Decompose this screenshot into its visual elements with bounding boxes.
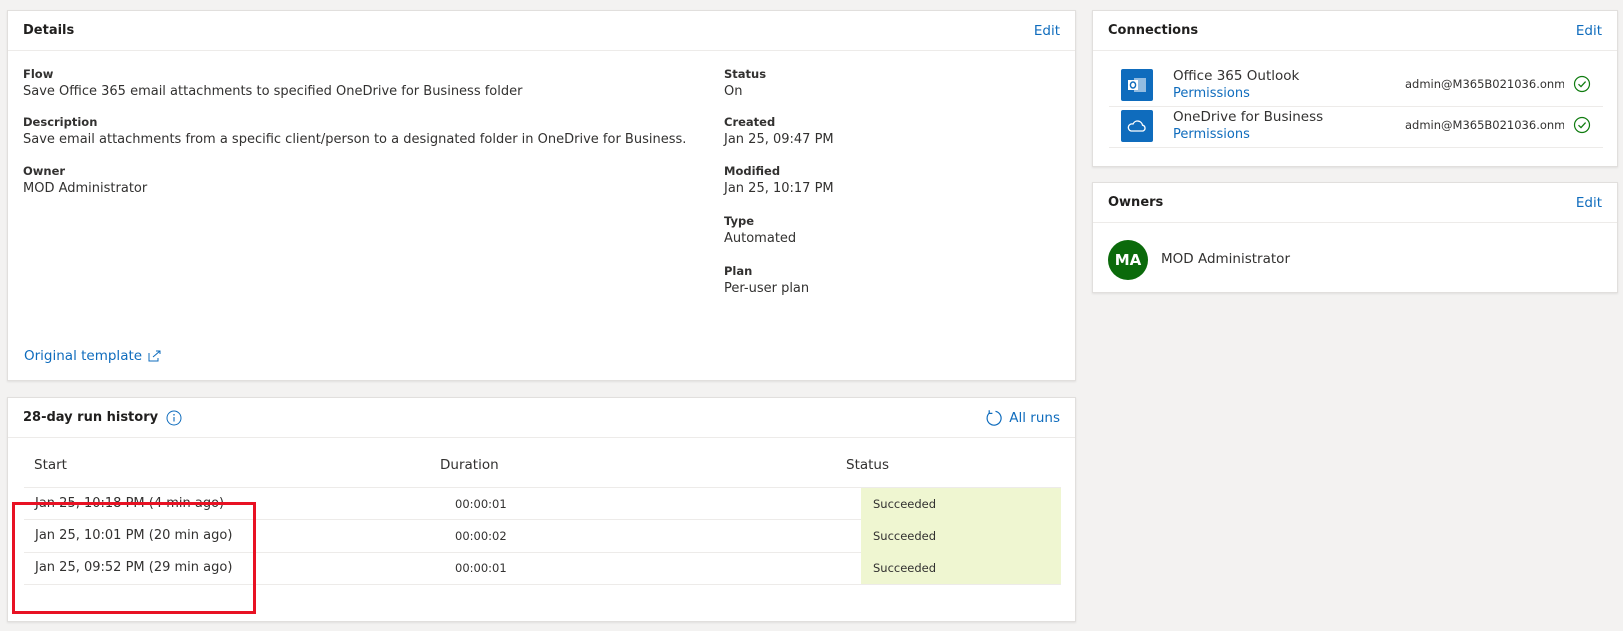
plan-field: Plan Per-user plan bbox=[724, 264, 809, 298]
status-field: Status On bbox=[724, 67, 766, 101]
run-duration: 00:00:01 bbox=[455, 497, 507, 511]
status-label: Status bbox=[724, 67, 767, 81]
flow-label: Flow bbox=[23, 67, 54, 81]
connection-account: admin@M365B021036.onmicrosoft.com bbox=[1405, 77, 1564, 91]
modified-field: Modified Jan 25, 10:17 PM bbox=[724, 164, 834, 198]
owner-field: Owner MOD Administrator bbox=[23, 164, 147, 198]
original-template-link[interactable]: Original template bbox=[24, 348, 161, 364]
status-badge: Succeeded bbox=[861, 488, 1061, 520]
onedrive-icon bbox=[1121, 110, 1153, 142]
permissions-link[interactable]: Permissions bbox=[1173, 86, 1250, 101]
check-circle-icon bbox=[1573, 116, 1591, 134]
details-card: Details Edit Flow Save Office 365 email … bbox=[7, 10, 1076, 381]
flow-value: Save Office 365 email attachments to spe… bbox=[23, 84, 523, 99]
description-value: Save email attachments from a specific c… bbox=[23, 132, 687, 147]
run-history-heading: 28-day run history bbox=[23, 410, 182, 426]
owners-header: Owners Edit bbox=[1093, 183, 1617, 223]
column-header-duration[interactable]: Duration bbox=[440, 457, 499, 473]
owner-value: MOD Administrator bbox=[23, 181, 148, 196]
info-icon[interactable] bbox=[166, 410, 182, 426]
details-title: Details bbox=[23, 23, 75, 38]
type-field: Type Automated bbox=[724, 214, 796, 248]
connections-title: Connections bbox=[1108, 23, 1199, 38]
column-header-status[interactable]: Status bbox=[846, 457, 889, 473]
run-history-card: 28-day run history All runs Start Durati… bbox=[7, 397, 1076, 622]
description-field: Description Save email attachments from … bbox=[23, 115, 686, 149]
owners-title: Owners bbox=[1108, 195, 1164, 210]
all-runs-button[interactable]: All runs bbox=[985, 409, 1060, 427]
flow-field: Flow Save Office 365 email attachments t… bbox=[23, 67, 522, 101]
created-value: Jan 25, 09:47 PM bbox=[724, 132, 834, 147]
all-runs-label: All runs bbox=[1009, 409, 1060, 426]
status-badge: Succeeded bbox=[861, 552, 1061, 584]
owner-name: MOD Administrator bbox=[1161, 251, 1290, 267]
modified-label: Modified bbox=[724, 164, 781, 178]
details-header: Details Edit bbox=[8, 11, 1075, 51]
refresh-icon bbox=[986, 409, 1002, 426]
type-value: Automated bbox=[724, 231, 797, 246]
plan-value: Per-user plan bbox=[724, 281, 810, 296]
created-label: Created bbox=[724, 115, 776, 129]
permissions-link[interactable]: Permissions bbox=[1173, 127, 1250, 142]
connections-header: Connections Edit bbox=[1093, 11, 1617, 51]
owners-card: Owners Edit MA MOD Administrator bbox=[1092, 182, 1618, 293]
external-link-icon bbox=[148, 350, 161, 362]
table-row[interactable]: Jan 25, 09:52 PM (29 min ago) 00:00:01 S… bbox=[24, 552, 1061, 585]
type-label: Type bbox=[724, 214, 755, 228]
description-label: Description bbox=[23, 115, 98, 129]
column-header-start[interactable]: Start bbox=[34, 457, 67, 473]
created-field: Created Jan 25, 09:47 PM bbox=[724, 115, 834, 149]
table-row[interactable]: Jan 25, 10:18 PM (4 min ago) 00:00:01 Su… bbox=[24, 487, 1061, 520]
connection-account: admin@M365B021036.onmicrosoft.com bbox=[1405, 118, 1564, 132]
connection-name: Office 365 Outlook bbox=[1173, 68, 1300, 84]
connections-edit-button[interactable]: Edit bbox=[1576, 23, 1602, 39]
modified-value: Jan 25, 10:17 PM bbox=[724, 181, 834, 196]
connection-name: OneDrive for Business bbox=[1173, 109, 1324, 125]
details-edit-button[interactable]: Edit bbox=[1034, 23, 1060, 39]
run-history-header: 28-day run history All runs bbox=[8, 398, 1075, 438]
run-duration: 00:00:01 bbox=[455, 561, 507, 575]
outlook-icon bbox=[1121, 69, 1153, 101]
run-duration: 00:00:02 bbox=[455, 529, 507, 543]
plan-label: Plan bbox=[724, 264, 753, 278]
table-row[interactable]: Jan 25, 10:01 PM (20 min ago) 00:00:02 S… bbox=[24, 520, 1061, 553]
status-badge: Succeeded bbox=[861, 520, 1061, 552]
run-start[interactable]: Jan 25, 10:18 PM (4 min ago) bbox=[35, 496, 224, 511]
run-start[interactable]: Jan 25, 10:01 PM (20 min ago) bbox=[35, 528, 232, 543]
connection-row-onedrive: OneDrive for Business Permissions admin@… bbox=[1109, 107, 1603, 148]
check-circle-icon bbox=[1573, 75, 1591, 93]
run-history-title: 28-day run history bbox=[23, 410, 159, 425]
run-start[interactable]: Jan 25, 09:52 PM (29 min ago) bbox=[35, 560, 232, 575]
connections-card: Connections Edit Office 365 Outlook Perm… bbox=[1092, 10, 1618, 167]
status-value: On bbox=[724, 84, 743, 99]
connection-row-outlook: Office 365 Outlook Permissions admin@M36… bbox=[1109, 66, 1603, 107]
avatar: MA bbox=[1108, 240, 1148, 280]
owners-edit-button[interactable]: Edit bbox=[1576, 195, 1602, 211]
original-template-label: Original template bbox=[24, 348, 143, 364]
owner-label: Owner bbox=[23, 164, 66, 178]
